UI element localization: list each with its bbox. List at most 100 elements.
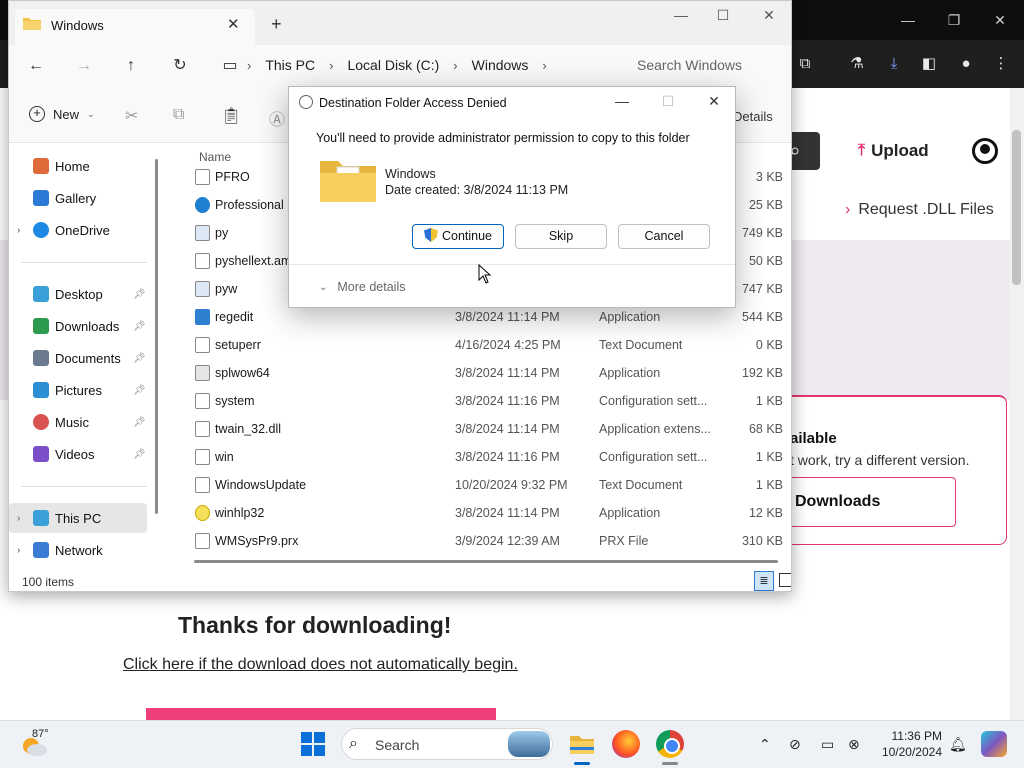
pin-icon[interactable]: 📌︎ <box>133 449 146 460</box>
chevron-right-icon[interactable]: › <box>17 513 33 524</box>
explorer-close-button[interactable]: ✕ <box>757 7 781 27</box>
site-download-bar[interactable] <box>146 708 496 720</box>
explorer-tabbar: Windows ✕ + — ☐ ✕ <box>9 1 791 45</box>
chevron-right-icon[interactable]: › <box>542 58 546 73</box>
volume-muted-icon[interactable]: ⊗ <box>848 736 860 753</box>
dialog-close-button[interactable]: ✕ <box>703 93 725 111</box>
text-file-icon <box>195 477 210 493</box>
file-date: 10/20/2024 9:32 PM <box>455 478 568 492</box>
gallery-icon <box>33 190 49 206</box>
browser-close-button[interactable]: ✕ <box>990 10 1010 30</box>
breadcrumb-this-pc[interactable]: This PC <box>265 57 315 73</box>
sidebar-icon[interactable]: ◧ <box>918 53 940 75</box>
details-view-icon[interactable]: ≣ <box>754 571 774 591</box>
explorer-minimize-button[interactable]: — <box>669 7 693 27</box>
column-header-name[interactable]: Name <box>199 150 231 164</box>
manual-download-link[interactable]: Click here if the download does not auto… <box>123 656 518 674</box>
horizontal-scrollbar[interactable] <box>194 560 778 563</box>
forward-arrow-icon[interactable]: → <box>73 55 95 77</box>
more-details-toggle[interactable]: ⌄ More details <box>319 280 405 294</box>
pin-icon[interactable]: 📌︎ <box>133 321 146 332</box>
nav-item-network[interactable]: › Network <box>9 535 147 565</box>
new-button[interactable]: + New ⌄ <box>29 106 95 122</box>
continue-label: Continue <box>441 229 493 243</box>
nav-scrollbar[interactable] <box>155 159 158 514</box>
explorer-maximize-button[interactable]: ☐ <box>711 7 735 27</box>
vertical-scrollbar[interactable] <box>791 486 792 536</box>
skip-button[interactable]: Skip <box>515 224 607 249</box>
breadcrumb-windows[interactable]: Windows <box>472 57 529 73</box>
display-icon[interactable]: ▭ <box>821 736 834 753</box>
taskbar-time[interactable]: 11:36 PM <box>886 729 942 743</box>
close-tab-icon[interactable]: ✕ <box>227 15 240 33</box>
start-button[interactable] <box>301 732 325 756</box>
chevron-up-icon[interactable]: ⌃ <box>759 736 771 753</box>
firefox-icon[interactable] <box>612 730 640 758</box>
file-row[interactable]: system 3/8/2024 11:16 PM Configuration set… <box>185 387 789 415</box>
taskbar-date[interactable]: 10/20/2024 <box>876 745 942 759</box>
file-size: 1 KB <box>755 394 783 408</box>
request-dll-link[interactable]: › Request .DLL Files <box>845 201 994 219</box>
folder-date: Date created: 3/8/2024 11:13 PM <box>385 183 569 197</box>
nav-item-music[interactable]: Music 📌︎ <box>9 407 147 437</box>
nav-item-this-pc[interactable]: › This PC <box>9 503 147 533</box>
file-row[interactable]: setuperr 4/16/2024 4:25 PM Text Document 0 … <box>185 331 789 359</box>
dialog-minimize-button[interactable]: — <box>611 93 633 111</box>
notification-bell-icon[interactable]: 🔔︎ <box>949 736 967 753</box>
item-count: 100 items <box>22 575 75 589</box>
site-downloads-button[interactable]: Downloads <box>782 477 956 527</box>
file-explorer-taskbar-icon[interactable] <box>568 730 596 758</box>
file-row[interactable]: WMSysPr9.prx 3/9/2024 12:39 AM PRX File 310… <box>185 527 789 555</box>
file-row[interactable]: WindowsUpdate 10/20/2024 9:32 PM Text Docu… <box>185 471 789 499</box>
pin-icon[interactable]: 📌︎ <box>133 289 146 300</box>
up-arrow-icon[interactable]: ↑ <box>120 55 142 77</box>
cut-icon[interactable]: ✂ <box>125 106 138 126</box>
nav-item-gallery[interactable]: Gallery <box>9 183 147 213</box>
nav-item-downloads[interactable]: Downloads 📌︎ <box>9 311 147 341</box>
file-row[interactable]: twain_32.dll 3/8/2024 11:14 PM Application… <box>185 415 789 443</box>
breadcrumb-local-disk[interactable]: Local Disk (C:) <box>347 57 439 73</box>
chevron-right-icon[interactable]: › <box>17 545 33 556</box>
cancel-button[interactable]: Cancel <box>618 224 710 249</box>
chrome-icon[interactable] <box>656 730 684 758</box>
chevron-right-icon[interactable]: › <box>17 225 33 236</box>
tiles-view-icon[interactable] <box>779 573 791 587</box>
pin-icon[interactable]: 📌︎ <box>133 385 146 396</box>
file-row[interactable]: win 3/8/2024 11:16 PM Configuration sett..… <box>185 443 789 471</box>
continue-button[interactable]: Continue <box>412 224 504 249</box>
file-row[interactable]: splwow64 3/8/2024 11:14 PM Application 192 … <box>185 359 789 387</box>
nav-item-onedrive[interactable]: › OneDrive <box>9 215 147 245</box>
paste-icon[interactable]: 📋︎ <box>221 106 241 126</box>
nav-item-videos[interactable]: Videos 📌︎ <box>9 439 147 469</box>
pin-icon[interactable]: 📌︎ <box>133 353 146 364</box>
copilot-icon[interactable] <box>981 731 1007 757</box>
extensions-icon[interactable]: ⧉ <box>794 53 816 75</box>
details-button[interactable]: Details <box>733 109 773 124</box>
network-off-icon[interactable]: ⊘ <box>789 736 801 753</box>
browser-minimize-button[interactable]: — <box>898 10 918 30</box>
nav-item-documents[interactable]: Documents 📌︎ <box>9 343 147 373</box>
browser-restore-button[interactable]: ❐ <box>944 10 964 30</box>
copy-icon[interactable]: ⧉ <box>173 106 184 124</box>
flask-icon[interactable]: ⚗ <box>846 53 868 75</box>
pin-icon[interactable]: 📌︎ <box>133 417 146 428</box>
search-input[interactable]: Search Windows <box>625 51 791 79</box>
rename-icon[interactable]: Ⓐ <box>269 106 285 130</box>
dialog-maximize-button[interactable]: ☐ <box>657 93 679 111</box>
nav-item-desktop[interactable]: Desktop 📌︎ <box>9 279 147 309</box>
site-scroll-thumb[interactable] <box>1012 130 1021 285</box>
menu-icon[interactable]: ⋮ <box>990 53 1012 75</box>
refresh-icon[interactable]: ↻ <box>169 55 191 77</box>
download-icon[interactable]: ⤓ <box>883 53 905 75</box>
file-icon <box>195 169 210 185</box>
new-tab-icon[interactable]: + <box>271 14 282 35</box>
version-card-title: ailable <box>790 430 837 447</box>
file-row[interactable]: winhlp32 3/8/2024 11:14 PM Application 12 K… <box>185 499 789 527</box>
profile-icon[interactable]: ● <box>955 53 977 75</box>
site-upload-link[interactable]: ⤒ Upload <box>858 140 929 162</box>
account-icon[interactable] <box>972 138 998 164</box>
back-arrow-icon[interactable]: ← <box>25 55 47 77</box>
nav-item-home[interactable]: Home <box>9 151 147 181</box>
file-date: 3/8/2024 11:16 PM <box>455 394 560 408</box>
nav-item-pictures[interactable]: Pictures 📌︎ <box>9 375 147 405</box>
